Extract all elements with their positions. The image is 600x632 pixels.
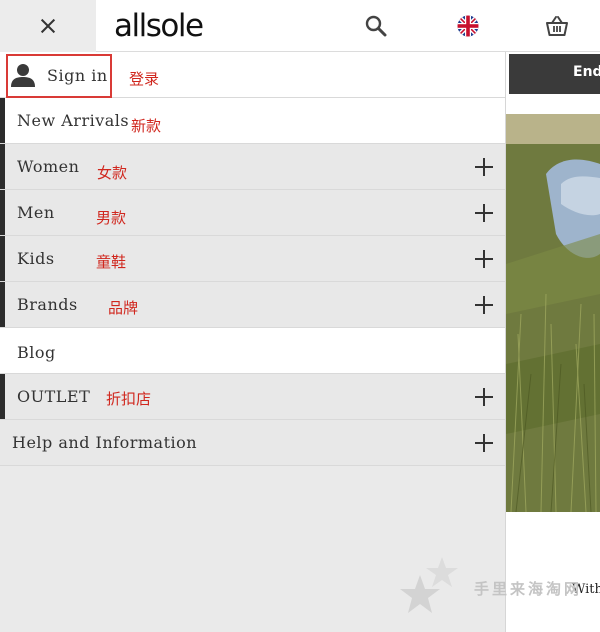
close-menu-button[interactable]: [0, 0, 96, 52]
hero-photo[interactable]: [506, 114, 600, 512]
menu-item-blog[interactable]: Blog: [0, 328, 505, 374]
row-accent-bar: [0, 144, 5, 189]
menu-item-new-arrivals[interactable]: New Arrivals 新款: [0, 98, 505, 144]
menu-item-annotation: 女款: [97, 164, 128, 182]
promo-banner[interactable]: End: [509, 54, 600, 94]
menu-item-label: Women: [17, 157, 80, 176]
watermark-text: 手里来海淘网: [474, 580, 583, 598]
menu-item-annotation: 品牌: [108, 299, 139, 317]
sign-in-annotation: 登录: [129, 70, 160, 88]
expand-plus-icon[interactable]: [475, 434, 493, 452]
menu-item-women[interactable]: Women 女款: [0, 144, 505, 190]
menu-item-kids[interactable]: Kids 童鞋: [0, 236, 505, 282]
menu-item-men[interactable]: Men 男款: [0, 190, 505, 236]
promo-banner-text: End: [573, 64, 600, 80]
expand-plus-icon[interactable]: [475, 204, 493, 222]
menu-item-label: Blog: [17, 343, 56, 362]
expand-plus-icon[interactable]: [475, 158, 493, 176]
menu-item-annotation: 折扣店: [106, 390, 152, 408]
allsole-logo[interactable]: allsole: [114, 6, 204, 46]
row-accent-bar: [0, 236, 5, 281]
menu-item-label: Brands: [17, 295, 78, 314]
navigation-menu: Sign in 登录 New Arrivals 新款 Women 女款 Men …: [0, 52, 506, 632]
row-accent-bar: [0, 282, 5, 327]
row-accent-bar: [0, 374, 5, 419]
menu-item-annotation: 男款: [96, 209, 127, 227]
menu-item-label: Kids: [17, 249, 55, 268]
uk-flag-icon[interactable]: [457, 15, 479, 37]
row-accent-bar: [0, 98, 5, 143]
close-icon: [41, 19, 55, 33]
expand-plus-icon[interactable]: [475, 296, 493, 314]
top-header: allsole: [0, 0, 600, 52]
basket-icon[interactable]: [545, 15, 569, 37]
search-icon[interactable]: [364, 14, 388, 38]
menu-item-label: OUTLET: [17, 387, 91, 406]
menu-item-label: Help and Information: [12, 433, 198, 452]
sign-in-label[interactable]: Sign in: [47, 66, 108, 85]
menu-item-brands[interactable]: Brands 品牌: [0, 282, 505, 328]
menu-item-sign-in[interactable]: Sign in 登录: [0, 52, 505, 98]
menu-item-annotation: 童鞋: [96, 253, 127, 271]
menu-item-help-information[interactable]: Help and Information: [0, 420, 505, 466]
expand-plus-icon[interactable]: [475, 250, 493, 268]
menu-item-label: New Arrivals: [17, 111, 130, 130]
sign-in-highlight-box: Sign in: [6, 54, 112, 98]
row-accent-bar: [0, 190, 5, 235]
menu-item-annotation: 新款: [131, 117, 162, 135]
menu-item-label: Men: [17, 203, 55, 222]
menu-item-outlet[interactable]: OUTLET 折扣店: [0, 374, 505, 420]
expand-plus-icon[interactable]: [475, 388, 493, 406]
person-icon: [11, 64, 35, 87]
